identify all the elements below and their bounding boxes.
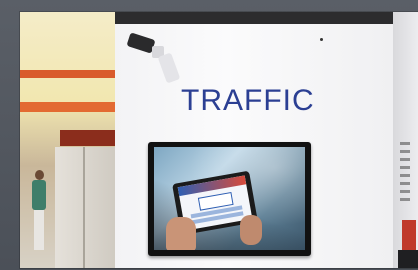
booth-panel xyxy=(55,147,117,268)
booth-stripe xyxy=(20,70,115,78)
booth-stripe xyxy=(20,102,115,112)
person-legs xyxy=(34,210,44,250)
ceiling-beam xyxy=(115,12,418,24)
booth-sign xyxy=(60,130,115,146)
security-camera-icon xyxy=(126,32,188,92)
person-torso xyxy=(32,180,46,210)
wall-sign-traffic: TRAFFIC xyxy=(181,84,315,117)
visitor-person xyxy=(32,170,46,250)
wall-dot xyxy=(320,38,323,41)
wall-edge-dark-panel xyxy=(398,250,418,268)
tv-display xyxy=(154,147,305,250)
wall-edge-text xyxy=(400,142,410,202)
background-booth xyxy=(20,12,117,268)
tv-screen xyxy=(148,142,311,256)
exhibition-photo: TRAFFIC xyxy=(20,12,418,268)
wall-edge-red-panel xyxy=(402,220,416,250)
hand-right xyxy=(240,215,262,245)
camera-arm xyxy=(157,52,181,84)
hand-left xyxy=(166,217,196,250)
person-head xyxy=(35,170,44,180)
